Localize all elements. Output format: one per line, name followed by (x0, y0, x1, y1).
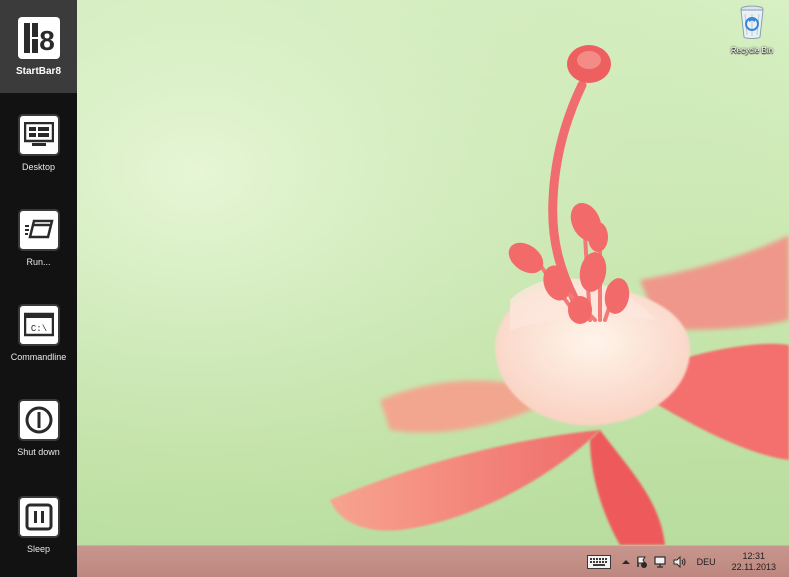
desktop-screen: Recycle Bin 8 StartBar8 Desktop Run... C… (0, 0, 789, 577)
wallpaper-flower (0, 0, 789, 577)
action-center-icon (636, 556, 647, 568)
volume-button[interactable] (673, 555, 686, 568)
network-button[interactable] (653, 555, 667, 568)
run-tile (17, 209, 60, 251)
network-icon (653, 555, 666, 568)
taskbar: DEU 12:31 22.11.2013 (77, 545, 789, 577)
commandline-tile: C:\ (17, 304, 60, 346)
run-icon (24, 219, 54, 239)
sidebar-item-label: Sleep (26, 544, 51, 554)
startbar8-label: StartBar8 (15, 66, 62, 77)
clock-time: 12:31 (742, 550, 766, 561)
system-tray: DEU 12:31 22.11.2013 (584, 546, 789, 577)
clock[interactable]: 12:31 22.11.2013 (732, 551, 776, 573)
startbar8-logo-icon: 8 (17, 17, 60, 59)
desktop-icon (23, 122, 54, 146)
recycle-bin-icon (740, 5, 764, 39)
recycle-bin-desktop-icon[interactable]: Recycle Bin (722, 4, 782, 55)
show-hidden-icons-button[interactable] (621, 559, 630, 565)
recycle-bin-label: Recycle Bin (730, 46, 774, 55)
sidebar-item-commandline[interactable]: C:\ Commandline (0, 304, 77, 362)
sidebar-item-desktop[interactable]: Desktop (0, 114, 77, 172)
startbar8-button[interactable]: 8 StartBar8 (0, 0, 77, 93)
sidebar-item-sleep[interactable]: Sleep (0, 496, 77, 554)
sidebar-item-label: Desktop (21, 162, 56, 172)
shutdown-tile (17, 399, 60, 441)
touch-keyboard-button[interactable] (586, 554, 611, 569)
desktop-tile (17, 114, 60, 156)
keyboard-icon (586, 554, 611, 569)
input-language-indicator[interactable]: DEU (697, 557, 716, 567)
action-center-button[interactable] (636, 556, 648, 568)
commandline-icon: C:\ (23, 312, 54, 337)
sleep-tile (17, 496, 60, 538)
pause-icon (25, 503, 52, 531)
sidebar-item-shutdown[interactable]: Shut down (0, 399, 77, 457)
startbar-sidebar: 8 StartBar8 Desktop Run... C:\ Commandli… (0, 0, 77, 577)
sidebar-item-label: Shut down (17, 447, 60, 457)
volume-icon (673, 555, 686, 568)
chevron-up-icon (621, 559, 630, 564)
power-icon (25, 406, 52, 434)
svg-text:8: 8 (39, 25, 55, 56)
sidebar-item-label: Commandline (10, 352, 67, 362)
svg-text:C:\: C:\ (30, 324, 46, 334)
sidebar-item-run[interactable]: Run... (0, 209, 77, 267)
clock-date: 22.11.2013 (731, 561, 776, 572)
sidebar-item-label: Run... (26, 257, 51, 267)
